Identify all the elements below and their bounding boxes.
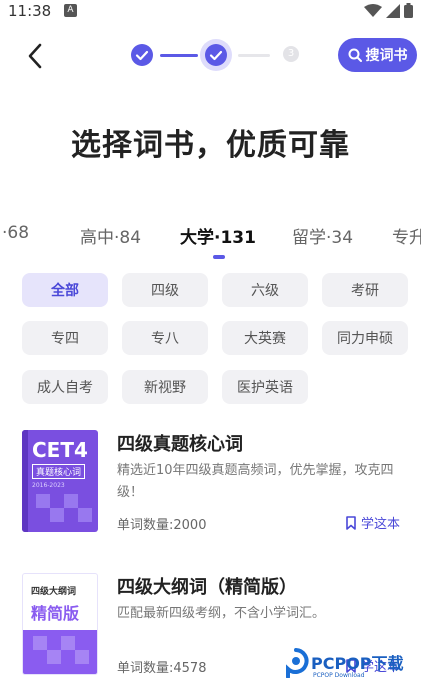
status-time: 11:38: [8, 2, 52, 20]
tab-partial-left[interactable]: ·68: [2, 223, 29, 243]
tab-high-school[interactable]: 高中·84: [80, 223, 141, 248]
book-title: 四级大纲词（精简版）: [117, 577, 297, 598]
page-title: 选择词书，优质可靠: [71, 128, 350, 163]
chip-new-horizon[interactable]: 新视野: [122, 370, 208, 404]
learn-this-label: 学这本: [361, 517, 401, 532]
chip-equivalent-degree[interactable]: 同力申硕: [322, 321, 408, 355]
tab-indicator: [213, 255, 225, 259]
check-icon: [135, 50, 149, 61]
bookmark-icon: [346, 515, 356, 530]
cover-main-text: CET4: [32, 438, 88, 462]
tab-upgrade[interactable]: 专升: [392, 223, 421, 248]
system-icons: [364, 3, 413, 18]
check-icon: [209, 50, 223, 61]
cover-pattern: [36, 494, 92, 522]
notification-icon: A: [64, 4, 77, 17]
wifi-icon: [364, 3, 382, 17]
chip-medical-english[interactable]: 医护英语: [222, 370, 308, 404]
signal-icon: [386, 3, 400, 18]
book-word-count: 单词数量:4578: [117, 661, 207, 676]
search-books-label: 搜词书: [365, 48, 408, 64]
cover-year-text: 2016-2023: [32, 482, 65, 489]
book-cover: 四级大纲词 精简版: [22, 573, 98, 675]
chip-tem4[interactable]: 专四: [22, 321, 108, 355]
chip-tem8[interactable]: 专八: [122, 321, 208, 355]
watermark-text: PCPOP下载: [311, 654, 404, 673]
back-button[interactable]: [24, 42, 48, 70]
book-description: 匹配最新四级考纲，不含小学词汇。: [117, 606, 326, 621]
tab-study-abroad[interactable]: 留学·34: [292, 223, 353, 248]
chip-all[interactable]: 全部: [22, 273, 108, 307]
status-bar: 11:38 A: [0, 0, 421, 24]
chevron-left-icon: [28, 43, 42, 69]
book-title: 四级真题核心词: [117, 434, 243, 455]
cover-pattern: [33, 636, 89, 664]
cover-top-text: 四级大纲词: [31, 587, 77, 597]
step-3-pending: 3: [283, 46, 299, 62]
search-books-button[interactable]: 搜词书: [338, 38, 417, 72]
chip-cet6[interactable]: 六级: [222, 273, 308, 307]
step-connector-done: [160, 54, 198, 57]
watermark-subtext: PCPOP Download: [313, 672, 365, 679]
chip-english-contest[interactable]: 大英赛: [222, 321, 308, 355]
battery-icon: [404, 3, 413, 18]
cover-sub-text: 真题核心词: [32, 464, 86, 479]
learn-this-button[interactable]: 学这本: [345, 513, 400, 532]
cover-main-text: 精简版: [31, 604, 80, 623]
step-connector-pending: [238, 54, 270, 57]
book-word-count: 单词数量:2000: [117, 518, 207, 533]
book-card[interactable]: CET4 真题核心词 2016-2023 四级真题核心词 精选近10年四级真题高…: [0, 420, 421, 540]
watermark: PCPOP下载 PCPOP Download: [283, 646, 421, 691]
book-cover: CET4 真题核心词 2016-2023: [22, 430, 98, 532]
book-description: 精选近10年四级真题高频词，优先掌握，攻克四级！: [117, 463, 394, 500]
watermark-logo-icon: [286, 648, 309, 678]
chip-cet4[interactable]: 四级: [122, 273, 208, 307]
search-icon: [348, 48, 362, 62]
tab-university[interactable]: 大学·131: [180, 223, 256, 248]
chip-adult-exam[interactable]: 成人自考: [22, 370, 108, 404]
step-2-current: [205, 44, 227, 66]
chip-postgrad[interactable]: 考研: [322, 273, 408, 307]
step-1-done: [131, 44, 153, 66]
